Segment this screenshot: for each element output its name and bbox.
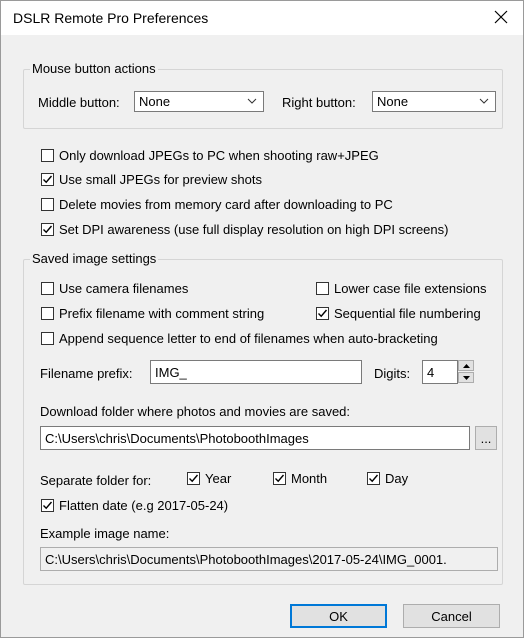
checkbox-box xyxy=(316,282,329,295)
middle-button-value: None xyxy=(139,94,171,109)
checkbox-label: Delete movies from memory card after dow… xyxy=(59,197,393,212)
lower-case-extensions-checkbox[interactable]: Lower case file extensions xyxy=(316,281,486,296)
checkbox-label: Only download JPEGs to PC when shooting … xyxy=(59,148,379,163)
chevron-down-icon xyxy=(247,98,257,104)
filename-prefix-value: IMG_ xyxy=(155,365,187,380)
saved-image-settings-group: Saved image settings Use camera filename… xyxy=(23,251,503,585)
middle-button-label: Middle button: xyxy=(38,95,120,110)
checkbox-label: Set DPI awareness (use full display reso… xyxy=(59,222,449,237)
arrow-up-icon xyxy=(462,363,470,368)
checkbox-box xyxy=(41,223,54,236)
checkbox-label: Day xyxy=(385,471,409,486)
checkbox-label: Flatten date (e.g 2017-05-24) xyxy=(59,498,229,513)
right-button-label: Right button: xyxy=(282,95,356,110)
filename-prefix-label: Filename prefix: xyxy=(40,366,133,381)
checkmark-icon xyxy=(43,225,53,234)
checkmark-icon xyxy=(43,501,53,510)
prefix-comment-checkbox[interactable]: Prefix filename with comment string xyxy=(41,306,264,321)
checkbox-box xyxy=(273,472,286,485)
example-name-label: Example image name: xyxy=(40,526,170,541)
spin-up-button[interactable] xyxy=(458,360,474,371)
digits-label: Digits: xyxy=(374,366,411,381)
checkbox-box xyxy=(41,282,54,295)
checkbox-label: Use small JPEGs for preview shots xyxy=(59,172,263,187)
digits-value: 4 xyxy=(427,365,435,380)
day-checkbox[interactable]: Day xyxy=(367,471,408,486)
checkbox-label: Append sequence letter to end of filenam… xyxy=(59,331,438,346)
middle-button-select[interactable]: None xyxy=(134,91,264,112)
preferences-dialog: DSLR Remote Pro Preferences Mouse button… xyxy=(0,0,524,638)
checkbox-box xyxy=(41,149,54,162)
checkbox-box xyxy=(316,307,329,320)
ok-button[interactable]: OK xyxy=(290,604,387,628)
cancel-button[interactable]: Cancel xyxy=(403,604,500,628)
checkbox-label: Sequential file numbering xyxy=(334,306,481,321)
right-button-value: None xyxy=(377,94,409,109)
append-sequence-letter-checkbox[interactable]: Append sequence letter to end of filenam… xyxy=(41,331,438,346)
digits-spinner[interactable] xyxy=(458,360,474,384)
flatten-date-checkbox[interactable]: Flatten date (e.g 2017-05-24) xyxy=(41,498,228,513)
checkbox-box xyxy=(41,499,54,512)
checkbox-box xyxy=(41,307,54,320)
checkbox-label: Year xyxy=(205,471,232,486)
checkmark-icon xyxy=(43,175,53,184)
month-checkbox[interactable]: Month xyxy=(273,471,327,486)
right-button-select[interactable]: None xyxy=(372,91,496,112)
close-button[interactable] xyxy=(481,1,521,33)
mouse-actions-label: Mouse button actions xyxy=(30,61,158,76)
checkmark-icon xyxy=(318,309,328,318)
dpi-awareness-checkbox[interactable]: Set DPI awareness (use full display reso… xyxy=(41,222,448,237)
checkbox-label: Month xyxy=(291,471,328,486)
only-download-jpegs-checkbox[interactable]: Only download JPEGs to PC when shooting … xyxy=(41,148,379,163)
example-name-field: C:\Users\chris\Documents\PhotoboothImage… xyxy=(40,547,498,571)
browse-folder-button[interactable]: ... xyxy=(475,426,497,450)
digits-input[interactable]: 4 xyxy=(422,360,458,384)
checkbox-box xyxy=(41,198,54,211)
checkbox-label: Use camera filenames xyxy=(59,281,189,296)
filename-prefix-input[interactable]: IMG_ xyxy=(150,360,362,384)
small-jpegs-preview-checkbox[interactable]: Use small JPEGs for preview shots xyxy=(41,172,262,187)
window-title: DSLR Remote Pro Preferences xyxy=(13,10,209,26)
cancel-button-label: Cancel xyxy=(431,608,472,624)
download-folder-value: C:\Users\chris\Documents\PhotoboothImage… xyxy=(45,431,309,446)
saved-image-settings-label: Saved image settings xyxy=(30,251,159,266)
use-camera-filenames-checkbox[interactable]: Use camera filenames xyxy=(41,281,188,296)
checkbox-box xyxy=(41,173,54,186)
ok-button-label: OK xyxy=(329,608,348,624)
year-checkbox[interactable]: Year xyxy=(187,471,231,486)
mouse-actions-group: Mouse button actions Middle button: None… xyxy=(23,61,503,129)
checkmark-icon xyxy=(369,474,379,483)
title-bar: DSLR Remote Pro Preferences xyxy=(1,1,523,35)
spin-down-button[interactable] xyxy=(458,372,474,383)
close-icon xyxy=(494,10,508,24)
checkbox-box xyxy=(41,332,54,345)
browse-folder-label: ... xyxy=(480,430,492,446)
download-folder-input[interactable]: C:\Users\chris\Documents\PhotoboothImage… xyxy=(40,426,470,450)
chevron-down-icon xyxy=(479,98,489,104)
checkmark-icon xyxy=(189,474,199,483)
example-name-value: C:\Users\chris\Documents\PhotoboothImage… xyxy=(45,552,447,567)
checkbox-label: Lower case file extensions xyxy=(334,281,487,296)
sequential-numbering-checkbox[interactable]: Sequential file numbering xyxy=(316,306,481,321)
checkbox-box xyxy=(187,472,200,485)
delete-movies-checkbox[interactable]: Delete movies from memory card after dow… xyxy=(41,197,393,212)
separate-folder-label: Separate folder for: xyxy=(40,473,152,488)
checkmark-icon xyxy=(275,474,285,483)
checkbox-box xyxy=(367,472,380,485)
download-folder-label: Download folder where photos and movies … xyxy=(40,404,351,419)
arrow-down-icon xyxy=(462,375,470,380)
checkbox-label: Prefix filename with comment string xyxy=(59,306,265,321)
